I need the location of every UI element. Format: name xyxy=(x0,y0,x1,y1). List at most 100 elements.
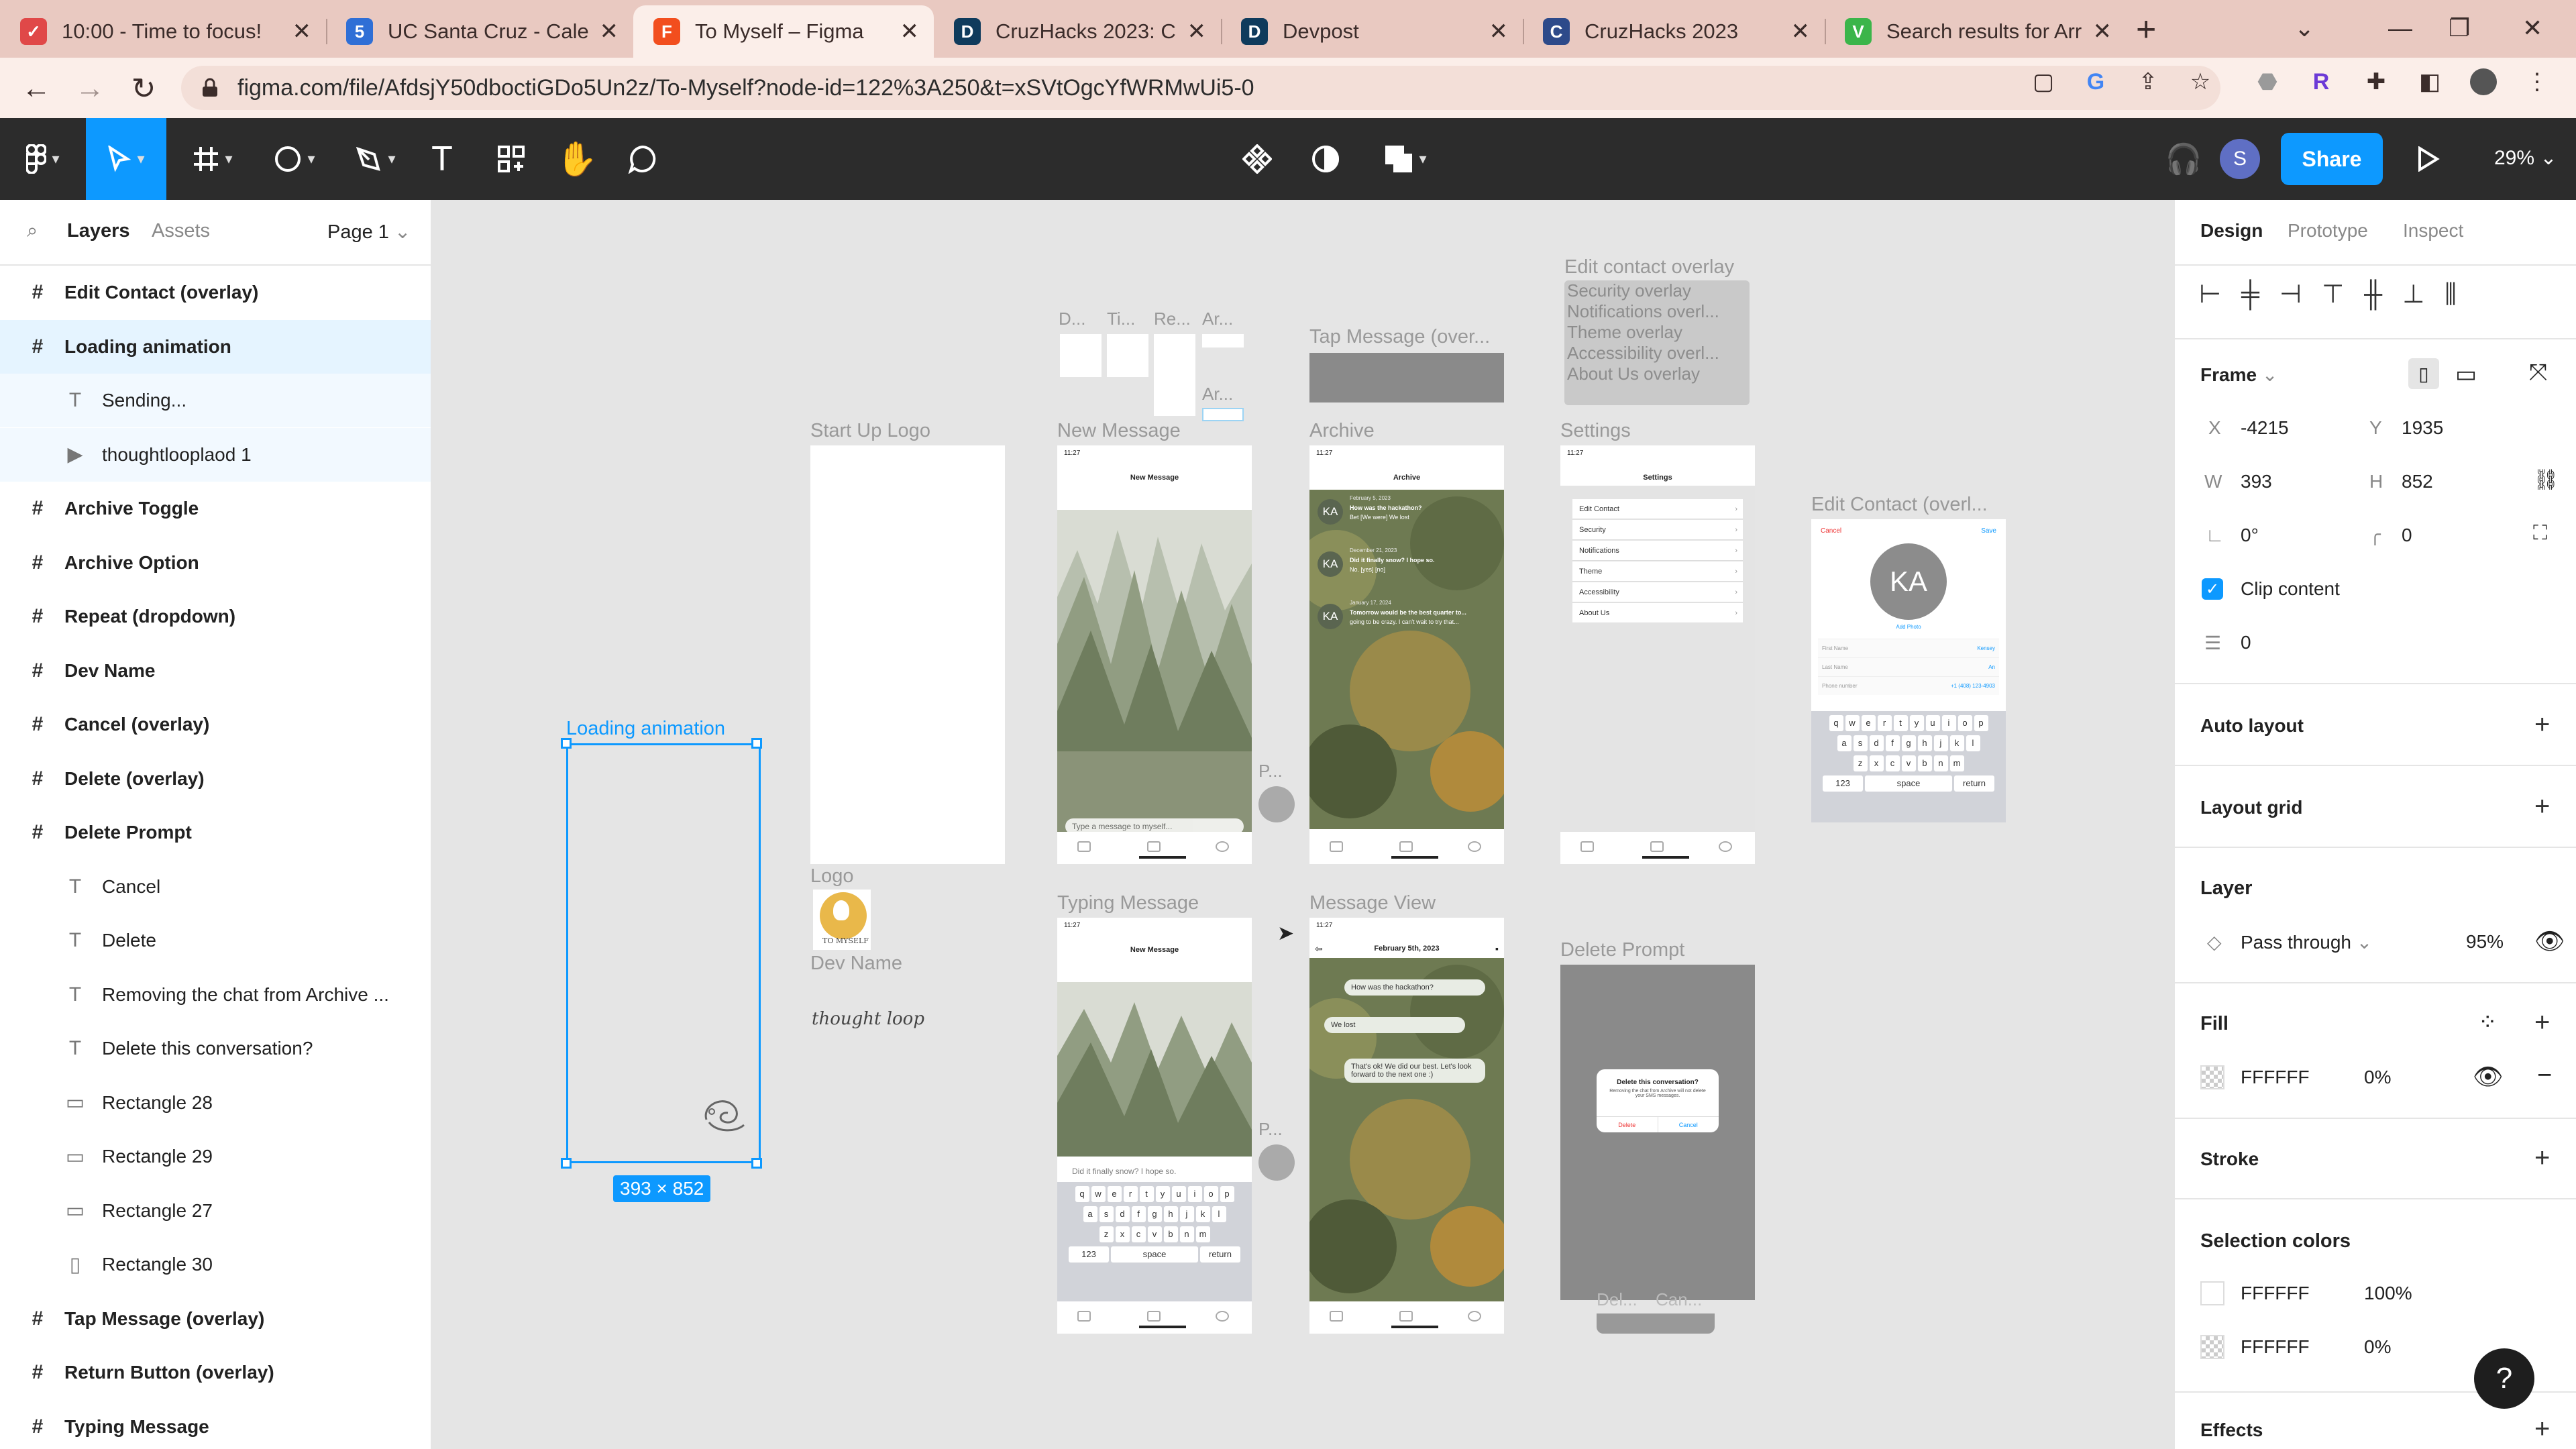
share-page-icon[interactable]: ⇪ xyxy=(2135,68,2161,95)
layer-row[interactable]: # Dev Name xyxy=(0,644,431,698)
keyboard-key[interactable]: v xyxy=(1147,1226,1162,1242)
layer-row[interactable]: T Cancel xyxy=(0,860,431,914)
keyboard-key[interactable]: a xyxy=(1083,1206,1097,1222)
keyboard-key[interactable]: r xyxy=(1123,1186,1138,1202)
close-tab-icon[interactable]: ✕ xyxy=(900,18,920,45)
resources-tool-icon[interactable] xyxy=(484,118,538,200)
time-dropdown-mini[interactable] xyxy=(1107,334,1148,377)
keyboard-key[interactable]: l xyxy=(1212,1206,1226,1222)
zoom-level[interactable]: 29% ⌄ xyxy=(2494,146,2557,170)
keyboard-key[interactable]: s xyxy=(1099,1206,1114,1222)
keyboard-key[interactable]: b xyxy=(1163,1226,1178,1242)
browser-tab[interactable]: ✓ 10:00 - Time to focus! ✕ xyxy=(0,5,326,58)
settings-row[interactable]: About Us › xyxy=(1572,603,1743,623)
page-selector[interactable]: Page 1 ⌄ xyxy=(327,220,411,244)
keyboard-key[interactable]: n xyxy=(1179,1226,1194,1242)
spacing-input[interactable]: 0 xyxy=(2241,632,2251,653)
add-photo-link[interactable]: Add Photo xyxy=(1811,624,2006,630)
share-button[interactable]: Share xyxy=(2281,133,2383,185)
frame-label-mini-ti[interactable]: Ti... xyxy=(1107,309,1135,329)
layer-row[interactable]: # Tap Message (overlay) xyxy=(0,1292,431,1346)
phone-input[interactable]: +1 (408) 123-4903 xyxy=(1951,677,1995,696)
keyboard-key[interactable]: b xyxy=(1917,755,1932,771)
x-input[interactable]: -4215 xyxy=(2241,417,2289,439)
blend-mode-dropdown[interactable]: Pass through ⌄ xyxy=(2241,931,2372,953)
tab-assets[interactable]: Assets xyxy=(152,220,210,242)
keyboard-key[interactable]: k xyxy=(1195,1206,1210,1222)
minimize-icon[interactable]: — xyxy=(2388,7,2412,50)
profile-avatar-icon[interactable] xyxy=(2470,68,2497,95)
archive-frame[interactable]: 11:27 Archive KA February 5, 2023 How wa… xyxy=(1309,445,1504,864)
archive-option-mini[interactable] xyxy=(1202,334,1244,347)
url-field[interactable]: figma.com/file/AfdsjY50dboctiGDo5Un2z/To… xyxy=(181,66,2220,110)
user-avatar[interactable]: S xyxy=(2220,139,2260,179)
settings-row[interactable]: Edit Contact › xyxy=(1572,499,1743,519)
trash-icon[interactable]: ▪ xyxy=(1495,943,1499,954)
maximize-icon[interactable]: ❐ xyxy=(2449,7,2470,50)
components-icon[interactable] xyxy=(1230,118,1284,200)
tab-design[interactable]: Design xyxy=(2200,220,2263,241)
side-panel-icon[interactable]: ◧ xyxy=(2416,68,2443,95)
frame-label-p2[interactable]: P... xyxy=(1258,1119,1283,1140)
browser-menu-icon[interactable]: ⋮ xyxy=(2524,68,2551,95)
close-window-icon[interactable]: ✕ xyxy=(2522,7,2542,50)
browser-tab[interactable]: D CruzHacks 2023: Cruz ✕ xyxy=(934,5,1221,58)
keyboard-key[interactable]: u xyxy=(1925,715,1940,731)
layers-search-icon[interactable]: ⌕ xyxy=(27,220,38,242)
settings-row[interactable]: Security › xyxy=(1572,520,1743,540)
resize-to-fit-icon[interactable]: ⤧ xyxy=(2529,360,2547,386)
add-stroke-icon[interactable]: + xyxy=(2534,1144,2550,1171)
new-message-frame[interactable]: 11:27 New Message Type a message to myse… xyxy=(1057,445,1252,864)
frame-label-tap-message[interactable]: Tap Message (over... xyxy=(1309,326,1490,348)
keyboard[interactable]: qwertyuiop asdfghjkl zxcvbnm 123 space retur… xyxy=(1811,711,2006,822)
google-icon[interactable]: G xyxy=(2082,68,2109,95)
boolean-ops-icon[interactable]: ▾ xyxy=(1368,118,1442,200)
keyboard-key[interactable]: z xyxy=(1099,1226,1114,1242)
selection-color-swatch-1[interactable] xyxy=(2200,1281,2224,1305)
layer-row[interactable]: # Return Button (overlay) xyxy=(0,1346,431,1399)
keyboard-key[interactable]: g xyxy=(1147,1206,1162,1222)
keyboard-key[interactable]: y xyxy=(1155,1186,1170,1202)
move-tool-icon[interactable]: ▾ xyxy=(86,118,166,200)
corner-radius-input[interactable]: 0 xyxy=(2402,525,2412,546)
delete-dialog-cancel-button[interactable]: Cancel xyxy=(1658,1117,1719,1132)
kbd-123-key[interactable]: 123 xyxy=(1069,1246,1109,1263)
settings-row[interactable]: Theme › xyxy=(1572,561,1743,582)
remove-fill-icon[interactable]: − xyxy=(2537,1061,2552,1090)
fill-visibility-eye-icon[interactable]: 👁 xyxy=(2473,1063,2504,1091)
fill-opacity-input[interactable]: 0% xyxy=(2364,1067,2391,1088)
delete-prompt-frame[interactable]: Delete this conversation? Removing the c… xyxy=(1560,965,1755,1300)
return-button-overlay-2[interactable] xyxy=(1258,1144,1295,1181)
selection-color-opacity-2[interactable]: 0% xyxy=(2364,1336,2391,1358)
tab-search-chevron-icon[interactable]: ⌄ xyxy=(2294,7,2314,50)
text-tool-icon[interactable]: T xyxy=(419,118,466,200)
align-vcenter-icon[interactable]: ╫ xyxy=(2364,280,2402,309)
typing-message-frame[interactable]: 11:27 New Message Did it finally snow? I… xyxy=(1057,918,1252,1334)
keyboard-key[interactable]: a xyxy=(1837,735,1851,751)
tap-message-overlay[interactable] xyxy=(1309,353,1504,402)
settings-row[interactable]: Accessibility › xyxy=(1572,582,1743,602)
keyboard-key[interactable]: w xyxy=(1845,715,1860,731)
reload-icon[interactable]: ↻ xyxy=(125,70,162,107)
resize-handle-tl[interactable] xyxy=(561,738,572,749)
keyboard-key[interactable]: x xyxy=(1869,755,1884,771)
keyboard-key[interactable]: g xyxy=(1901,735,1916,751)
alignment-tools[interactable]: ⊢╪⊣⊤╫⊥⫼ xyxy=(2199,279,2477,309)
overlay-list-item[interactable]: Accessibility overl... xyxy=(1567,343,1747,364)
kbd-123-key[interactable]: 123 xyxy=(1823,775,1863,792)
clip-content-checkbox[interactable]: ✓ xyxy=(2202,578,2223,600)
frame-label-logo[interactable]: Logo xyxy=(810,865,854,888)
close-tab-icon[interactable]: ✕ xyxy=(1791,18,1811,45)
tab-layers[interactable]: Layers xyxy=(67,220,130,242)
keyboard-key[interactable]: t xyxy=(1893,715,1908,731)
frame-label-del[interactable]: Del... xyxy=(1597,1289,1638,1310)
frame-label-startup-logo[interactable]: Start Up Logo xyxy=(810,420,930,442)
layer-row[interactable]: ▭ Rectangle 27 xyxy=(0,1184,431,1238)
frame-label-p1[interactable]: P... xyxy=(1258,761,1283,782)
layer-row[interactable]: # Repeat (dropdown) xyxy=(0,590,431,643)
selection-color-hex-1[interactable]: FFFFFF xyxy=(2241,1283,2310,1304)
layer-row[interactable]: ▭ Rectangle 29 xyxy=(0,1130,431,1183)
comment-tool-icon[interactable] xyxy=(616,118,669,200)
selection-color-opacity-1[interactable]: 100% xyxy=(2364,1283,2412,1304)
overlay-list-frame[interactable]: Security overlay Notifications overl... Th… xyxy=(1564,280,1750,405)
